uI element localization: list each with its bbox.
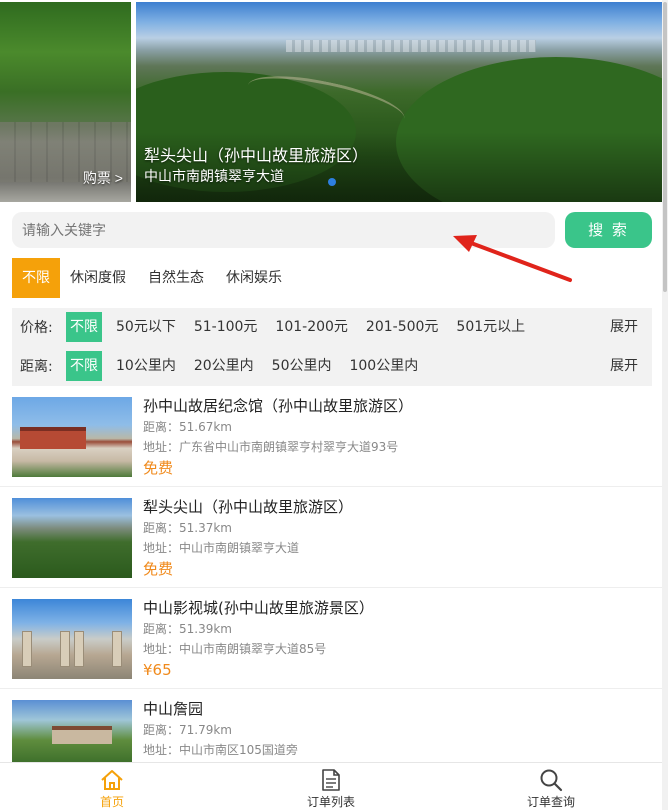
distance-option[interactable]: 20公里内 xyxy=(176,351,254,381)
distance-expand-button[interactable]: 展开 xyxy=(610,351,638,381)
distance-option[interactable]: 100公里内 xyxy=(331,351,418,381)
price-option[interactable]: 不限 xyxy=(66,312,102,342)
slide-image-city xyxy=(286,40,536,52)
carousel-indicator-dot[interactable] xyxy=(328,178,336,186)
banner-carousel[interactable]: 购票 > 犁头尖山（孙中山故里旅游区） 中山市南朗镇翠亨大道 xyxy=(0,0,662,203)
price-option[interactable]: 101-200元 xyxy=(257,312,348,342)
category-tab-leisure-vacation[interactable]: 休闲度假 xyxy=(64,258,132,298)
price-filter-row: 价格: 不限 50元以下 51-100元 101-200元 201-500元 5… xyxy=(12,312,525,342)
nav-home[interactable]: 首页 xyxy=(52,763,172,810)
spot-thumbnail[interactable] xyxy=(12,599,132,679)
slide-address: 中山市南朗镇翠亨大道 xyxy=(144,169,284,185)
nav-home-label: 首页 xyxy=(99,795,124,809)
thumbnail-building xyxy=(20,427,86,449)
carousel-slide-current[interactable]: 犁头尖山（孙中山故里旅游区） 中山市南朗镇翠亨大道 xyxy=(136,2,662,202)
price-option[interactable]: 51-100元 xyxy=(176,312,258,342)
search-icon xyxy=(540,769,563,792)
spot-info: 中山影视城(孙中山故里旅游景区） 距离：51.39km 地址：中山市南朗镇翠亨大… xyxy=(143,597,374,681)
nav-query-label: 订单查询 xyxy=(526,795,575,809)
thumbnail-gate xyxy=(22,631,32,667)
distance-filter-row: 距离: 不限 10公里内 20公里内 50公里内 100公里内 xyxy=(12,351,418,381)
page: 购票 > 犁头尖山（孙中山故里旅游区） 中山市南朗镇翠亨大道 搜 索 不限 休闲… xyxy=(0,0,668,810)
spot-distance: 距离：51.37km xyxy=(143,521,232,535)
spot-price: 免费 xyxy=(143,459,174,477)
price-option[interactable]: 501元以上 xyxy=(438,312,525,342)
nav-orders-label: 订单列表 xyxy=(306,795,355,809)
scenic-spot-list: 孙中山故居纪念馆（孙中山故里旅游区） 距离：51.67km 地址：广东省中山市南… xyxy=(0,386,662,790)
category-tab-entertainment[interactable]: 休闲娱乐 xyxy=(220,258,288,298)
spot-address: 地址：中山市南朗镇翠亨大道85号 xyxy=(143,642,327,656)
spot-address: 地址：中山市南朗镇翠亨大道 xyxy=(143,541,300,555)
scrollbar[interactable] xyxy=(662,0,668,810)
spot-distance: 距离：51.39km xyxy=(143,622,232,636)
category-tabs: 不限 休闲度假 自然生态 休闲娱乐 xyxy=(12,258,298,298)
category-tab-nature[interactable]: 自然生态 xyxy=(142,258,210,298)
spot-distance: 距离：71.79km xyxy=(143,723,232,737)
distance-option[interactable]: 不限 xyxy=(66,351,102,381)
buy-ticket-link[interactable]: 购票 > xyxy=(83,168,123,188)
spot-name[interactable]: 孙中山故居纪念馆（孙中山故里旅游区） xyxy=(143,395,413,417)
thumbnail-gate xyxy=(74,631,84,667)
spot-address: 地址：广东省中山市南朗镇翠亨村翠亨大道93号 xyxy=(143,440,399,454)
distance-option[interactable]: 50公里内 xyxy=(254,351,332,381)
thumbnail-gate xyxy=(112,631,122,667)
spot-address: 地址：中山市南区105国道旁 xyxy=(143,743,298,757)
filter-panel: 价格: 不限 50元以下 51-100元 101-200元 201-500元 5… xyxy=(12,308,652,386)
price-option[interactable]: 201-500元 xyxy=(348,312,439,342)
nav-query[interactable]: 订单查询 xyxy=(491,763,611,810)
spot-distance: 距离：51.67km xyxy=(143,420,232,434)
price-filter-label: 价格: xyxy=(20,320,53,336)
spot-price: 免费 xyxy=(143,560,174,578)
spot-thumbnail[interactable] xyxy=(12,397,132,477)
spot-name[interactable]: 中山影视城(孙中山故里旅游景区） xyxy=(143,597,374,619)
thumbnail-pavilion xyxy=(52,726,112,744)
carousel-slide-prev[interactable]: 购票 > xyxy=(0,2,131,202)
thumbnail-gate xyxy=(60,631,70,667)
slide-title: 犁头尖山（孙中山故里旅游区） xyxy=(144,146,369,165)
red-arrow-icon xyxy=(453,235,572,282)
distance-filter-label: 距离: xyxy=(20,359,53,375)
list-item[interactable]: 犁头尖山（孙中山故里旅游区） 距离：51.37km 地址：中山市南朗镇翠亨大道 … xyxy=(0,487,662,588)
scrollbar-thumb[interactable] xyxy=(663,2,667,292)
spot-thumbnail[interactable] xyxy=(12,498,132,578)
spot-name[interactable]: 中山詹园 xyxy=(143,698,298,720)
price-expand-button[interactable]: 展开 xyxy=(610,312,638,342)
document-icon xyxy=(322,769,340,791)
bottom-nav: 首页 订单列表 订单查询 xyxy=(0,762,662,810)
price-option[interactable]: 50元以下 xyxy=(102,312,176,342)
home-icon xyxy=(101,770,123,790)
spot-name[interactable]: 犁头尖山（孙中山故里旅游区） xyxy=(143,496,353,518)
distance-option[interactable]: 10公里内 xyxy=(102,351,176,381)
category-tab-all[interactable]: 不限 xyxy=(12,258,60,298)
list-item[interactable]: 孙中山故居纪念馆（孙中山故里旅游区） 距离：51.67km 地址：广东省中山市南… xyxy=(0,386,662,487)
nav-orders[interactable]: 订单列表 xyxy=(271,763,391,810)
spot-info: 孙中山故居纪念馆（孙中山故里旅游区） 距离：51.67km 地址：广东省中山市南… xyxy=(143,395,413,479)
list-item[interactable]: 中山影视城(孙中山故里旅游景区） 距离：51.39km 地址：中山市南朗镇翠亨大… xyxy=(0,588,662,689)
spot-info: 犁头尖山（孙中山故里旅游区） 距离：51.37km 地址：中山市南朗镇翠亨大道 … xyxy=(143,496,353,580)
spot-price: ¥65 xyxy=(143,661,172,679)
